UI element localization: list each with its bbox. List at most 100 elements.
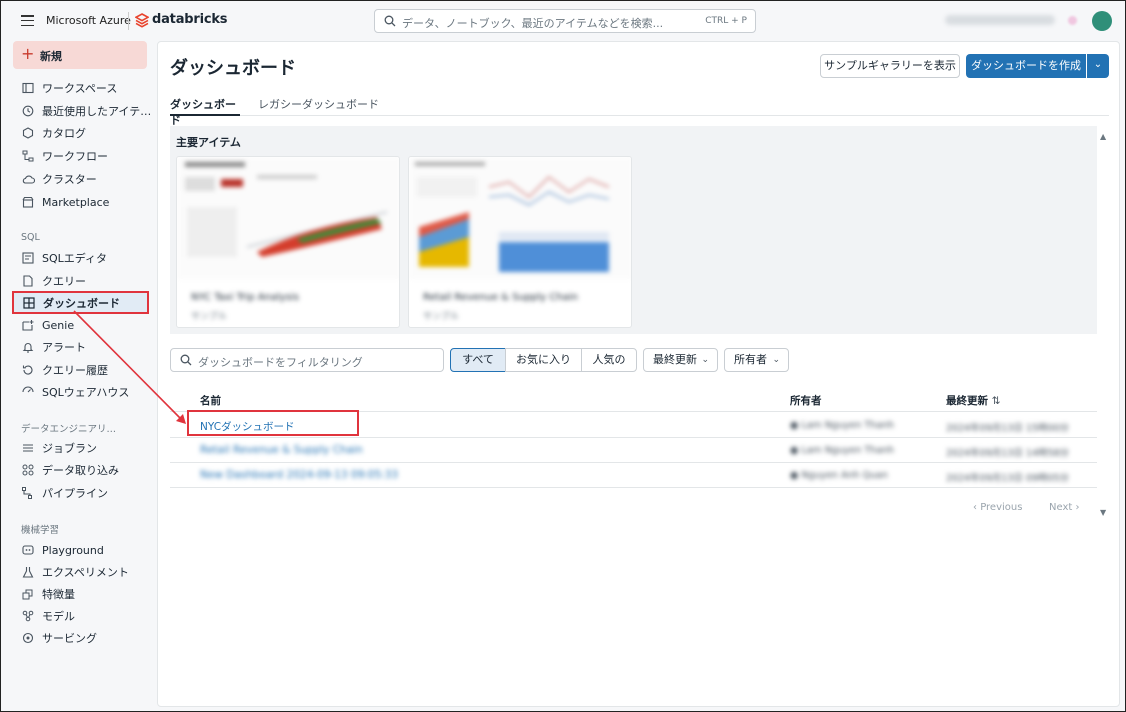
sidebar-item-models[interactable]: モデル xyxy=(13,606,151,626)
featured-card[interactable]: Retail Revenue & Supply Chain サンプル xyxy=(408,156,632,328)
dashboard-owner-name: Lam Nguyen Thanh xyxy=(801,445,895,456)
azure-brand-label: Microsoft Azure xyxy=(46,14,131,27)
sidebar-item-dashboards[interactable]: ダッシュボード xyxy=(12,291,149,314)
sidebar-item-label: データ取り込み xyxy=(42,464,119,477)
clock-icon xyxy=(21,104,35,118)
sidebar-item-label: ジョブラン xyxy=(42,442,97,455)
plus-icon: + xyxy=(21,44,35,63)
databricks-brand-label[interactable]: databricks xyxy=(152,12,228,27)
sidebar-item-label: カタログ xyxy=(42,127,86,140)
sidebar-item-playground[interactable]: Playground xyxy=(13,540,151,560)
sidebar-item-queries[interactable]: クエリー xyxy=(13,271,151,291)
pager-previous-button[interactable]: ‹ Previous xyxy=(973,502,1022,513)
table-header: 名前 所有者 最終更新 ⇅ xyxy=(170,388,1097,412)
filter-popular-button[interactable]: 人気の xyxy=(581,348,637,372)
genie-icon xyxy=(21,318,35,332)
pager-previous-label: Previous xyxy=(980,502,1023,513)
main-panel: ダッシュボード サンプルギャラリーを表示 ダッシュボードを作成 ⌄ ダッシュボー… xyxy=(157,41,1120,707)
featured-card-subtitle: サンプル xyxy=(423,312,459,322)
history-icon xyxy=(21,363,35,377)
owner-filter-dropdown[interactable]: 所有者 ⌄ xyxy=(724,348,789,372)
tab-legacy-dashboards[interactable]: レガシーダッシュボード xyxy=(258,96,379,116)
sidebar-item-catalog[interactable]: カタログ xyxy=(13,123,151,143)
dashboard-filter-input[interactable]: ダッシュボードをフィルタリング xyxy=(170,348,444,372)
featured-title: 主要アイテム xyxy=(176,136,241,149)
scroll-down-icon[interactable]: ▼ xyxy=(1100,508,1106,517)
dashboard-name-link[interactable]: New Dashboard 2024-09-13 09:05:33 xyxy=(200,469,398,481)
bell-icon xyxy=(21,340,35,354)
sidebar-item-job-runs[interactable]: ジョブラン xyxy=(13,438,151,458)
scroll-up-icon[interactable]: ▲ xyxy=(1100,132,1106,141)
sidebar-item-alerts[interactable]: アラート xyxy=(13,337,151,357)
sidebar-item-label: クエリー xyxy=(42,275,86,288)
sidebar-item-features[interactable]: 特徴量 xyxy=(13,584,151,604)
sort-icon: ⇅ xyxy=(991,395,1001,407)
global-search-placeholder: データ、ノートブック、最近のアイテムなどを検索... xyxy=(402,17,664,30)
sidebar: + 新規 ワークスペース 最近使用したアイテ… カタログ ワークフロー クラスタ… xyxy=(1,41,156,711)
column-header-last-modified-label: 最終更新 xyxy=(946,395,988,407)
search-icon xyxy=(180,354,192,366)
user-avatar[interactable] xyxy=(1092,11,1112,31)
user-icon: ● xyxy=(790,470,802,481)
search-icon xyxy=(384,15,396,27)
tab-dashboards[interactable]: ダッシュボード xyxy=(170,96,240,127)
sidebar-item-data-ingestion[interactable]: データ取り込み xyxy=(13,460,151,480)
databricks-logo-icon[interactable] xyxy=(135,13,149,28)
sidebar-item-genie[interactable]: Genie xyxy=(13,315,151,335)
new-button-label: 新規 xyxy=(40,50,62,63)
chevron-down-icon: ⌄ xyxy=(772,355,780,365)
sidebar-item-recents[interactable]: 最近使用したアイテ… xyxy=(13,101,151,121)
annotation-highlight-box xyxy=(187,410,359,436)
catalog-icon xyxy=(21,126,35,140)
brand-divider xyxy=(128,12,129,30)
filter-all-button[interactable]: すべて xyxy=(450,348,506,372)
dashboard-filter-placeholder: ダッシュボードをフィルタリング xyxy=(198,356,363,369)
featured-card-subtitle: サンプル xyxy=(191,312,227,322)
sidebar-item-query-history[interactable]: クエリー履歴 xyxy=(13,360,151,380)
table-row[interactable]: Retail Revenue & Supply Chain ● Lam Nguy… xyxy=(170,438,1097,463)
sidebar-item-sql-editor[interactable]: SQLエディタ xyxy=(13,248,151,268)
dashboard-name-link[interactable]: Retail Revenue & Supply Chain xyxy=(200,444,363,456)
sidebar-item-label: パイプライン xyxy=(42,487,108,500)
pager-next-button[interactable]: Next › xyxy=(1049,502,1079,513)
sidebar-item-label: SQLエディタ xyxy=(42,252,107,265)
chevron-down-icon: ⌄ xyxy=(701,355,709,365)
workspace-selector[interactable] xyxy=(945,15,1055,25)
workflow-icon xyxy=(21,149,35,163)
featured-card[interactable]: NYC Taxi Trip Analysis サンプル xyxy=(176,156,400,328)
column-header-name[interactable]: 名前 xyxy=(200,393,221,408)
create-dashboard-button[interactable]: ダッシュボードを作成 xyxy=(966,54,1086,78)
cloud-icon xyxy=(21,172,35,186)
create-dashboard-dropdown-button[interactable]: ⌄ xyxy=(1087,54,1109,78)
column-header-last-modified[interactable]: 最終更新 ⇅ xyxy=(946,393,1000,408)
user-icon: ● xyxy=(790,445,802,456)
sidebar-item-clusters[interactable]: クラスター xyxy=(13,169,151,189)
store-icon xyxy=(21,195,35,209)
sidebar-item-sql-warehouses[interactable]: SQLウェアハウス xyxy=(13,382,151,402)
sidebar-item-serving[interactable]: サービング xyxy=(13,628,151,648)
sidebar-item-label: Marketplace xyxy=(42,195,110,209)
sidebar-section-sql: SQL xyxy=(21,232,40,243)
sidebar-item-label: クエリー履歴 xyxy=(42,364,108,377)
sidebar-item-label: モデル xyxy=(42,610,75,623)
sidebar-item-label: ワークフロー xyxy=(42,150,108,163)
filter-favorites-button[interactable]: お気に入り xyxy=(505,348,582,372)
sort-last-modified-dropdown[interactable]: 最終更新 ⌄ xyxy=(643,348,718,372)
sidebar-item-label: アラート xyxy=(42,341,86,354)
sidebar-item-workspace[interactable]: ワークスペース xyxy=(13,78,151,98)
user-icon: ● xyxy=(790,420,802,431)
folder-icon xyxy=(21,81,35,95)
sidebar-item-experiments[interactable]: エクスペリメント xyxy=(13,562,151,582)
column-header-owner[interactable]: 所有者 xyxy=(790,393,822,408)
dashboard-owner-name: Nguyen Anh Quan xyxy=(801,470,888,481)
global-search-input[interactable]: データ、ノートブック、最近のアイテムなどを検索... CTRL + P xyxy=(374,9,756,33)
dashboard-thumbnail xyxy=(409,157,631,279)
sidebar-item-marketplace[interactable]: Marketplace xyxy=(13,192,151,212)
sidebar-section-data-engineering: データエンジニアリ… xyxy=(21,424,117,435)
new-button[interactable]: + 新規 xyxy=(13,41,147,69)
view-sample-gallery-button[interactable]: サンプルギャラリーを表示 xyxy=(820,54,960,78)
sidebar-item-workflows[interactable]: ワークフロー xyxy=(13,146,151,166)
table-row[interactable]: New Dashboard 2024-09-13 09:05:33 ● Nguy… xyxy=(170,463,1097,488)
sidebar-item-pipelines[interactable]: パイプライン xyxy=(13,483,151,503)
menu-icon[interactable] xyxy=(21,15,34,26)
